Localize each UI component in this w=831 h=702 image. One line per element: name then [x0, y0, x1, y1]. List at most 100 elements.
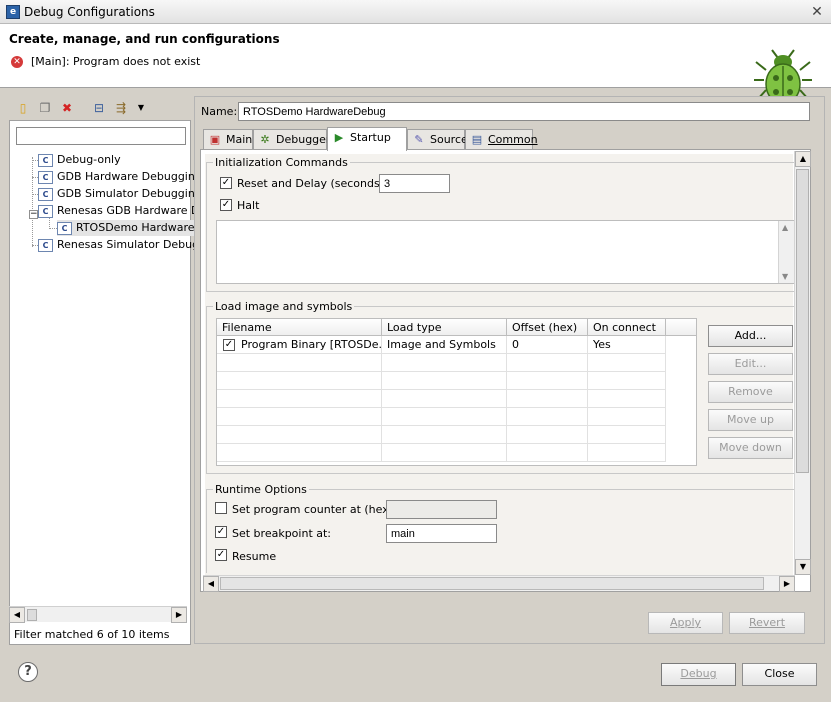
resume-checkbox[interactable]: ✓: [215, 549, 227, 561]
empty-cell: [382, 354, 507, 372]
filter-icon[interactable]: ⇶: [113, 100, 129, 116]
tab-main[interactable]: ▣ Main: [203, 129, 253, 150]
reset-delay-checkbox[interactable]: ✓: [220, 177, 232, 189]
cell-filename[interactable]: ✓ Program Binary [RTOSDe...: [217, 336, 382, 354]
tree-item-renesas-gdb-hardware[interactable]: C Renesas GDB Hardware De: [38, 203, 206, 219]
scroll-up-icon[interactable]: ▲: [795, 151, 811, 167]
scroll-thumb[interactable]: [796, 169, 809, 473]
tree-item-label: Renesas GDB Hardware De: [57, 204, 207, 217]
title-bar: e Debug Configurations ✕: [0, 0, 831, 24]
scroll-down-icon[interactable]: ▼: [782, 272, 788, 281]
empty-cell: [217, 408, 382, 426]
column-header-offset[interactable]: Offset (hex): [507, 319, 588, 336]
c-config-icon: C: [38, 170, 53, 184]
row-enable-checkbox[interactable]: ✓: [223, 339, 235, 351]
tree-horizontal-scrollbar[interactable]: ◀ ▶: [9, 606, 187, 623]
add-button[interactable]: Add...: [708, 325, 793, 347]
tab-label: Startup: [350, 131, 391, 144]
tree-item-debug-only[interactable]: C Debug-only: [38, 152, 121, 168]
revert-button[interactable]: Revert: [729, 612, 805, 634]
column-header-load-type[interactable]: Load type: [382, 319, 507, 336]
cell-load-type[interactable]: Image and Symbols: [382, 336, 507, 354]
debug-button[interactable]: Debug: [661, 663, 736, 686]
delete-icon[interactable]: ✖: [59, 100, 75, 116]
tab-label: Debugger: [276, 133, 331, 146]
startup-horizontal-scrollbar[interactable]: ◀ ▶: [203, 575, 795, 592]
empty-cell: [588, 372, 666, 390]
source-tab-icon: ✎: [414, 133, 424, 146]
move-down-button[interactable]: Move down: [708, 437, 793, 459]
collapse-toggle-icon[interactable]: −: [29, 210, 38, 219]
scroll-thumb[interactable]: [27, 609, 37, 621]
remove-button[interactable]: Remove: [708, 381, 793, 403]
help-icon[interactable]: ?: [18, 662, 38, 682]
window-close-button[interactable]: ✕: [808, 3, 826, 21]
scroll-up-icon[interactable]: ▲: [782, 223, 788, 232]
eclipse-app-icon: e: [6, 5, 20, 19]
dialog-header: Create, manage, and run configurations ✕…: [0, 24, 831, 105]
empty-cell: [217, 372, 382, 390]
c-config-icon: C: [57, 221, 72, 235]
delay-seconds-input[interactable]: [379, 174, 450, 193]
name-field[interactable]: [238, 102, 810, 121]
config-tabs: ▣ Main ✲ Debugger ▶ Startup ✎ Source ▤ Common: [200, 127, 810, 151]
column-header-spacer: [666, 319, 696, 336]
tab-startup[interactable]: ▶ Startup: [327, 127, 407, 151]
scroll-left-icon[interactable]: ◀: [203, 576, 219, 592]
empty-cell: [507, 390, 588, 408]
tree-item-renesas-simulator[interactable]: C Renesas Simulator Debugg: [38, 237, 206, 253]
apply-button[interactable]: Apply: [648, 612, 723, 634]
cell-offset[interactable]: 0: [507, 336, 588, 354]
dropdown-icon[interactable]: ▼: [133, 100, 149, 116]
column-header-filename[interactable]: Filename: [217, 319, 382, 336]
scroll-down-icon[interactable]: ▼: [795, 559, 811, 575]
scroll-right-icon[interactable]: ▶: [171, 607, 187, 623]
config-toolbar: ▯ ❐ ✖ ⊟ ⇶ ▼: [9, 96, 189, 120]
tree-item-label: GDB Hardware Debugging: [57, 170, 202, 183]
set-pc-checkbox[interactable]: [215, 502, 227, 514]
column-header-on-connect[interactable]: On connect: [588, 319, 666, 336]
textarea-vscroll[interactable]: ▲ ▼: [778, 221, 794, 283]
filter-input[interactable]: [16, 127, 186, 145]
apply-label: Apply: [669, 616, 702, 629]
tree-item-gdb-hardware[interactable]: C GDB Hardware Debugging: [38, 169, 202, 185]
duplicate-icon[interactable]: ❐: [37, 100, 53, 116]
tree-item-gdb-simulator[interactable]: C GDB Simulator Debugging (: [38, 186, 210, 202]
scroll-left-icon[interactable]: ◀: [9, 607, 25, 623]
set-breakpoint-checkbox[interactable]: ✓: [215, 526, 227, 538]
tab-source[interactable]: ✎ Source: [407, 129, 468, 150]
startup-tab-icon: ▶: [334, 131, 344, 144]
window-title: Debug Configurations: [24, 5, 155, 19]
empty-cell: [382, 426, 507, 444]
empty-cell: [588, 408, 666, 426]
close-button[interactable]: Close: [742, 663, 817, 686]
revert-label: Revert: [748, 616, 786, 629]
tree-item-rtosdemo-hardware[interactable]: C RTOSDemo HardwareD: [57, 220, 207, 236]
tab-common[interactable]: ▤ Common: [465, 129, 538, 150]
c-config-icon: C: [38, 187, 53, 201]
tree-item-label: GDB Simulator Debugging (: [57, 187, 210, 200]
empty-cell: [217, 444, 382, 462]
empty-cell: [382, 390, 507, 408]
init-commands-textarea[interactable]: ▲ ▼: [216, 220, 795, 284]
edit-button[interactable]: Edit...: [708, 353, 793, 375]
empty-cell: [507, 354, 588, 372]
collapse-all-icon[interactable]: ⊟: [91, 100, 107, 116]
move-up-button[interactable]: Move up: [708, 409, 793, 431]
header-title: Create, manage, and run configurations: [9, 32, 280, 46]
load-image-table[interactable]: Filename Load type Offset (hex) On conne…: [216, 318, 697, 466]
tab-label: Main: [226, 133, 253, 146]
scroll-thumb[interactable]: [220, 577, 764, 590]
tab-debugger[interactable]: ✲ Debugger: [253, 129, 331, 150]
halt-checkbox[interactable]: ✓: [220, 199, 232, 211]
new-config-icon[interactable]: ▯: [15, 100, 31, 116]
breakpoint-input[interactable]: [386, 524, 497, 543]
pc-address-input[interactable]: [386, 500, 497, 519]
empty-cell: [507, 426, 588, 444]
cell-on-connect[interactable]: Yes: [588, 336, 666, 354]
init-group-title: Initialization Commands: [213, 156, 350, 169]
c-config-icon: C: [38, 204, 53, 218]
scroll-right-icon[interactable]: ▶: [779, 576, 795, 592]
startup-vertical-scrollbar[interactable]: ▲ ▼: [794, 151, 811, 575]
runtime-group-title: Runtime Options: [213, 483, 309, 496]
